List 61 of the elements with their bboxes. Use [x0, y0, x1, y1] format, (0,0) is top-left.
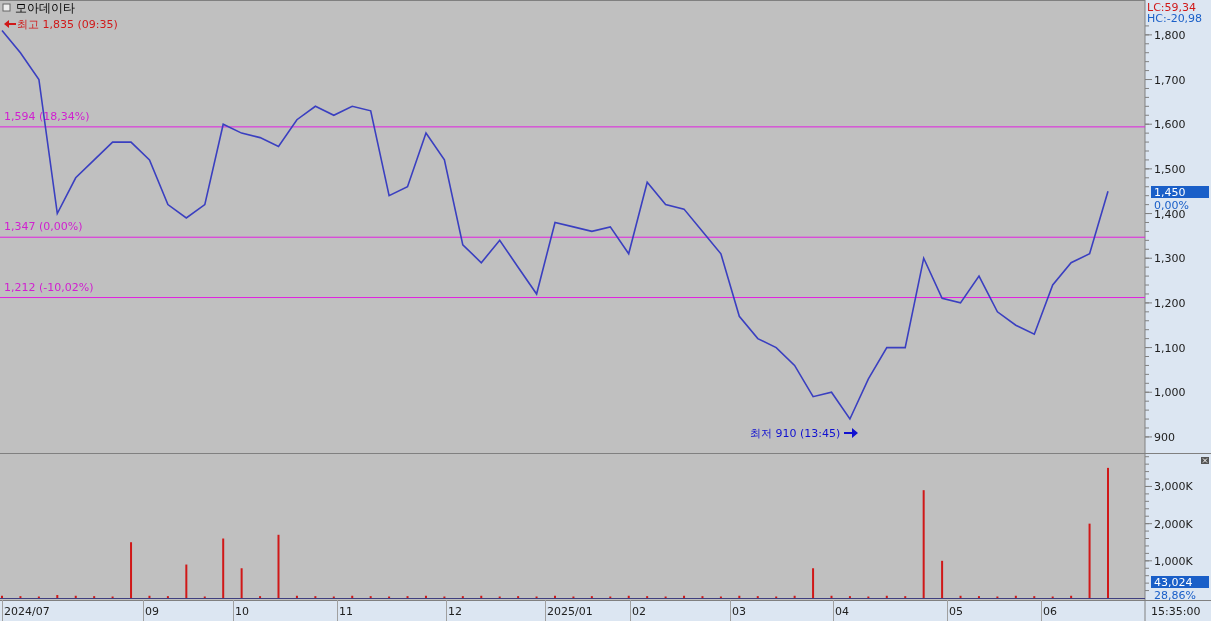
indicator-value: LC:59,34: [1147, 1, 1196, 14]
volume-bar: [222, 538, 225, 598]
volume-badge: 43,024: [1151, 576, 1209, 589]
reference-line-label: 1,212 (-10,02%): [4, 280, 94, 294]
arrow-icon: [4, 20, 16, 28]
x-axis-label: 11: [339, 605, 353, 618]
x-axis-label: 09: [145, 605, 159, 618]
volume-bar: [148, 595, 151, 598]
y-axis-label: 1,700: [1154, 73, 1186, 87]
y-axis-label: 1,600: [1154, 118, 1186, 132]
price-badge: 1,450: [1151, 186, 1209, 199]
y-axis-label: 1,800: [1154, 28, 1186, 42]
volume-bar: [885, 595, 888, 598]
x-axis-label: 06: [1043, 605, 1057, 618]
reference-line-label: 1,347 (0,00%): [4, 220, 83, 234]
y-axis-label: 1,100: [1154, 341, 1186, 355]
volume-bar: [683, 595, 686, 598]
volume-ratio: 28,86%: [1154, 589, 1196, 600]
volume-bar: [351, 595, 354, 598]
stock-name: 모아데이타: [15, 1, 75, 15]
volume-bar: [941, 560, 944, 598]
volume-bar: [277, 534, 280, 598]
x-axis-label: 2025/01: [547, 605, 593, 618]
volume-bar: [130, 542, 133, 598]
y-axis-label: 1,000: [1154, 386, 1186, 400]
x-axis-label: 12: [448, 605, 462, 618]
x-axis-label: 02: [632, 605, 646, 618]
y-axis-label: 1,500: [1154, 162, 1186, 176]
volume-bar: [627, 595, 630, 598]
x-axis-label: 2024/07: [4, 605, 50, 618]
y-axis-label: 1,000K: [1154, 554, 1193, 568]
volume-bar: [959, 595, 962, 598]
x-axis-label: 04: [835, 605, 849, 618]
close-icon[interactable]: [1201, 457, 1209, 464]
volume-bar: [738, 595, 741, 598]
x-axis-label: 05: [949, 605, 963, 618]
y-axis-label: 1,200: [1154, 296, 1186, 310]
volume-bar: [812, 568, 815, 598]
chart-icon: [2, 3, 11, 12]
high-marker-label: 최고 1,835 (09:35): [17, 18, 118, 31]
y-axis-label: 900: [1154, 430, 1175, 444]
volume-bar: [295, 595, 298, 598]
volume-bar: [1070, 595, 1073, 598]
x-axis-label: 10: [235, 605, 249, 618]
y-axis-label: 1,300: [1154, 252, 1186, 266]
arrow-icon: [844, 428, 858, 438]
low-marker-label: 최저 910 (13:45): [750, 427, 841, 440]
indicator-value: HC:-20,98: [1147, 12, 1203, 25]
volume-bar: [74, 595, 77, 598]
volume-bar: [793, 595, 796, 598]
time-label: 15:35:00: [1151, 605, 1201, 618]
y-axis-label: 3,000K: [1154, 480, 1193, 494]
volume-bar: [1014, 595, 1017, 598]
volume-bar: [480, 595, 483, 598]
volume-bar: [56, 595, 59, 598]
volume-bar: [830, 595, 833, 598]
volume-bar: [424, 595, 427, 598]
volume-bar: [240, 568, 243, 598]
x-axis-label: 03: [732, 605, 746, 618]
y-axis-label: 2,000K: [1154, 517, 1193, 531]
volume-bar: [185, 564, 188, 598]
